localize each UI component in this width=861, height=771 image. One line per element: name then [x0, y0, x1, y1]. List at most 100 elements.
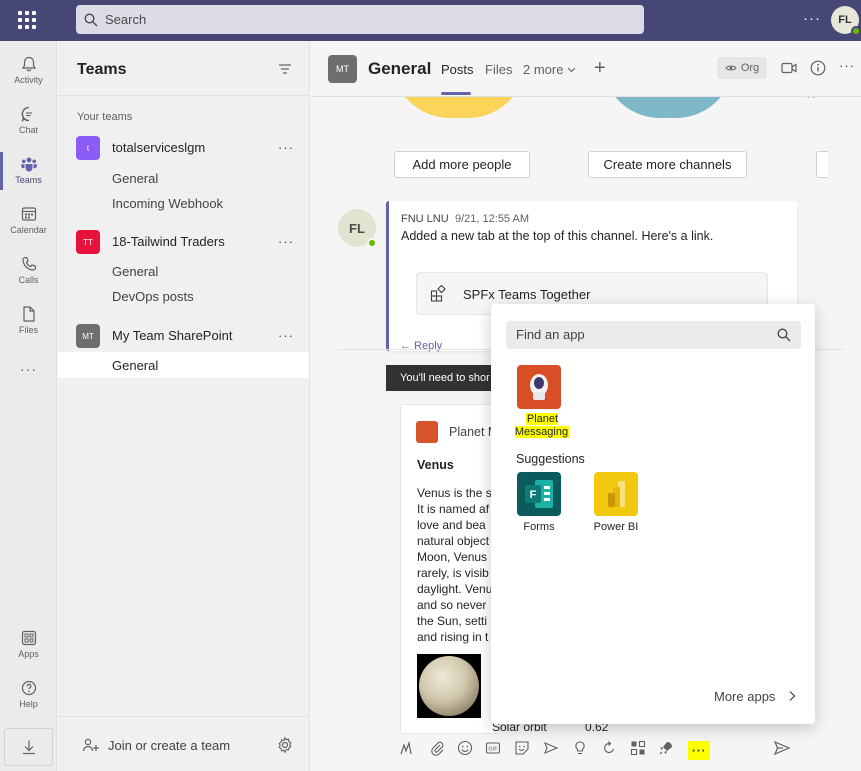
teams-icon	[20, 157, 37, 172]
download-icon	[22, 740, 35, 755]
team-more-button[interactable]: ···	[278, 234, 294, 249]
rail-item-calendar[interactable]: Calendar	[0, 196, 57, 244]
panel-title: Teams	[77, 61, 127, 78]
play-arrow-icon	[544, 741, 559, 755]
meet-now-button[interactable]	[542, 739, 560, 757]
file-icon	[22, 306, 35, 322]
rail-item-help[interactable]: Help	[0, 670, 57, 718]
channel-more-button[interactable]: ···	[839, 58, 855, 73]
team-more-button[interactable]: ···	[278, 328, 294, 343]
help-icon	[21, 680, 36, 696]
messaging-extensions-more-button[interactable]: ···	[688, 741, 710, 760]
card-body-line: and so never	[417, 598, 487, 612]
team-avatar: t	[76, 136, 100, 160]
app-button[interactable]	[629, 739, 647, 757]
paperclip-icon	[431, 741, 444, 756]
loop-button[interactable]	[600, 739, 618, 757]
astronaut-icon	[530, 374, 548, 400]
info-icon[interactable]	[810, 60, 826, 76]
forms-app-tile[interactable]: F	[517, 472, 561, 516]
attach-button[interactable]	[428, 739, 446, 757]
power-bi-app-tile[interactable]	[594, 472, 638, 516]
active-tab-indicator	[441, 92, 471, 95]
post-message: Added a new tab at the top of this chann…	[401, 229, 714, 243]
tab-more[interactable]: 2 more	[523, 62, 576, 77]
team-name-totalserviceslgm[interactable]: totalserviceslgm	[112, 140, 205, 155]
tab-more-label: 2 more	[523, 62, 564, 77]
rail-item-teams[interactable]: Teams	[0, 146, 57, 194]
rail-label-apps: Apps	[18, 649, 39, 659]
team-name-my-team-sharepoint[interactable]: My Team SharePoint	[112, 328, 232, 343]
search-icon	[84, 13, 98, 26]
format-pen-icon	[400, 740, 412, 755]
planet-messaging-app-label[interactable]: Planet Messaging	[512, 413, 572, 439]
card-body-line: daylight. Venu	[417, 582, 493, 596]
filter-icon[interactable]	[278, 63, 292, 75]
more-apps-link[interactable]: More apps	[714, 689, 775, 704]
team-more-button[interactable]: ···	[278, 140, 294, 155]
rail-label-chat: Chat	[18, 125, 38, 135]
rail-item-activity[interactable]: Activity	[0, 46, 57, 94]
emoji-button[interactable]	[456, 739, 474, 757]
gear-icon[interactable]	[276, 736, 294, 754]
grid-app-icon	[630, 740, 646, 756]
gif-icon: GIF	[485, 742, 501, 754]
forms-icon: F	[525, 480, 553, 508]
format-button[interactable]	[398, 739, 416, 757]
reply-button[interactable]: ← Reply	[400, 340, 442, 352]
rail-item-calls[interactable]: Calls	[0, 246, 57, 294]
rail-more-apps-button[interactable]: ···	[0, 345, 57, 393]
apps-icon	[21, 630, 36, 646]
team-name-tailwind-traders[interactable]: 18-Tailwind Traders	[112, 234, 225, 249]
svg-text:GIF: GIF	[488, 747, 498, 753]
rocket-app-button[interactable]	[657, 739, 675, 757]
app-tab-icon	[430, 285, 446, 302]
card-body-line: the Sun, setti	[417, 614, 488, 628]
channel-general-selected[interactable]: General	[112, 358, 158, 373]
chevron-right-icon[interactable]	[787, 690, 797, 702]
org-button[interactable]: Org	[717, 57, 767, 79]
add-more-people-button[interactable]: Add more people	[394, 151, 530, 178]
app-launcher-icon[interactable]	[16, 9, 38, 31]
planet-messaging-app-tile[interactable]	[517, 365, 561, 409]
card-body-line: It is named af	[417, 502, 490, 516]
send-icon[interactable]	[773, 739, 791, 757]
welcome-button-partial[interactable]	[816, 151, 828, 178]
gif-button[interactable]: GIF	[484, 739, 502, 757]
sticker-button[interactable]	[513, 739, 531, 757]
rail-item-files[interactable]: Files	[0, 296, 57, 344]
add-tab-button[interactable]: +	[594, 57, 606, 80]
card-body-line: Venus is the s	[417, 486, 492, 500]
rail-item-apps[interactable]: Apps	[0, 620, 57, 668]
tab-files[interactable]: Files	[485, 62, 512, 77]
channel-incoming-webhook[interactable]: Incoming Webhook	[112, 196, 223, 211]
tab-posts[interactable]: Posts	[441, 62, 474, 77]
card-body-line: natural object	[417, 534, 490, 548]
praise-button[interactable]	[571, 739, 589, 757]
chat-icon	[20, 106, 32, 122]
planet-messaging-app-name: Planet Messaging	[514, 413, 570, 438]
channel-devops-posts[interactable]: DevOps posts	[112, 289, 194, 304]
channel-team-avatar: MT	[328, 55, 357, 83]
channel-general[interactable]: General	[112, 264, 158, 279]
tab-link-title[interactable]: SPFx Teams Together	[463, 287, 590, 302]
search-input[interactable]: Search	[76, 5, 644, 34]
post-author-initials: FL	[349, 220, 365, 236]
loop-icon	[604, 741, 615, 754]
channel-general[interactable]: General	[112, 171, 158, 186]
video-call-icon[interactable]	[781, 61, 797, 75]
power-bi-app-label[interactable]: Power BI	[588, 521, 644, 533]
settings-more-button[interactable]: ···	[803, 10, 821, 27]
emoji-icon	[457, 740, 473, 756]
rail-item-chat[interactable]: Chat	[0, 96, 57, 144]
card-body-line: Moon, Venus	[417, 550, 488, 564]
download-button[interactable]	[4, 728, 53, 766]
app-rail: Activity Chat Teams Calendar Calls Files…	[0, 41, 57, 771]
create-more-channels-button[interactable]: Create more channels	[588, 151, 747, 178]
calendar-icon	[21, 207, 36, 221]
forms-app-label[interactable]: Forms	[517, 521, 561, 533]
post-author-avatar[interactable]: FL	[338, 209, 377, 248]
user-avatar[interactable]: FL	[831, 6, 861, 36]
rail-label-calls: Calls	[18, 275, 39, 285]
join-or-create-team-link[interactable]: Join or create a team	[108, 738, 230, 753]
